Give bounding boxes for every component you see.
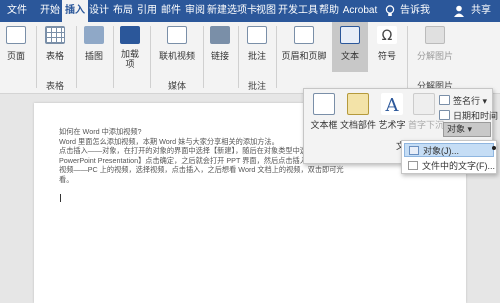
table-icon [45, 26, 65, 44]
symbols-button[interactable]: Ω 符号 [371, 22, 403, 72]
illustrations-button[interactable]: 插图 [78, 22, 110, 72]
signature-line-button[interactable]: 签名行 ▾ [439, 94, 487, 108]
tab-insert[interactable]: 插入 [62, 0, 88, 22]
comment-icon [247, 26, 267, 44]
text-from-file-menu-item[interactable]: 文件中的文字(F)... [404, 159, 495, 173]
addins-label: 加载 项 [120, 49, 139, 69]
online-video-label: 联机视频 [158, 51, 195, 61]
illustrations-icon [84, 26, 104, 44]
table-label: 表格 [45, 51, 64, 61]
ribbon-tab-bar: 文件 开始 插入 设计 布局 引用 邮件 审阅 新建选项卡 视图 开发工具 帮助… [0, 0, 500, 22]
tab-home[interactable]: 开始 [37, 0, 63, 22]
object-button[interactable]: 对象 ▾ [443, 122, 491, 137]
video-icon [167, 26, 187, 44]
pages-button[interactable]: 页面 [2, 22, 30, 72]
tab-acrobat[interactable]: Acrobat [341, 0, 379, 22]
textbox-button[interactable]: 文本框 [308, 93, 340, 131]
page-icon [6, 26, 26, 44]
header-footer-icon [294, 26, 314, 44]
tab-mailings[interactable]: 邮件 [159, 0, 183, 22]
comment-label: 批注 [247, 51, 266, 61]
date-time-label: 日期和时间 [453, 111, 499, 121]
object-item-label: 对象(J)... [423, 146, 459, 156]
quickparts-label: 文档部件 [340, 120, 377, 130]
tab-developer[interactable]: 开发工具 [278, 0, 318, 22]
signature-icon [439, 95, 450, 105]
text-label: 文本 [340, 51, 359, 61]
group-label-comments: 批注 [247, 81, 266, 91]
calendar-icon [439, 110, 450, 120]
omega-icon: Ω [377, 26, 397, 44]
date-time-button[interactable]: 日期和时间 [439, 109, 498, 123]
text-a-icon [340, 26, 360, 44]
text-button[interactable]: 文本 [332, 22, 368, 72]
ribbon: 页面 表格 表格 插图 加载 项 联机视频 媒体 链接 批注 批注 页眉和页脚 … [0, 22, 500, 94]
tab-design[interactable]: 设计 [87, 0, 111, 22]
addins-button[interactable]: 加载 项 [114, 22, 146, 72]
tell-me-box[interactable]: 告诉我 [398, 0, 432, 22]
pages-label: 页面 [6, 51, 25, 61]
wordart-icon: A [381, 93, 403, 116]
divider [238, 26, 239, 88]
share-button[interactable]: 共享 [465, 0, 497, 22]
lightbulb-icon [383, 4, 397, 18]
dropcap-icon [413, 93, 435, 115]
table-button[interactable]: 表格 [38, 22, 72, 72]
svg-text:A: A [385, 95, 400, 115]
comment-button[interactable]: 批注 [240, 22, 274, 72]
quickparts-icon [347, 93, 369, 115]
textbox-label: 文本框 [310, 120, 338, 130]
links-button[interactable]: 链接 [205, 22, 235, 72]
illustrations-label: 插图 [84, 51, 103, 61]
tab-new[interactable]: 新建选项卡 [207, 0, 257, 22]
divider [76, 26, 77, 88]
tab-view[interactable]: 视图 [254, 0, 278, 22]
wordart-label: 艺术字 [378, 120, 406, 130]
split-image-icon [425, 26, 445, 44]
addins-icon [120, 26, 140, 44]
wordart-button[interactable]: A 艺术字 [376, 93, 408, 131]
divider [203, 26, 204, 88]
split-images-button[interactable]: 分解图片 [410, 22, 460, 72]
text-cursor [60, 194, 61, 202]
divider [36, 26, 37, 88]
tab-review[interactable]: 审阅 [183, 0, 207, 22]
group-label-table: 表格 [45, 81, 64, 91]
share-person-icon [452, 4, 466, 18]
text-from-file-label: 文件中的文字(F)... [422, 161, 495, 171]
object-menu-item[interactable]: 对象(J)... [404, 143, 494, 157]
symbols-label: 符号 [377, 51, 396, 61]
text-file-icon [408, 161, 418, 170]
signature-line-label: 签名行 [453, 96, 481, 106]
object-item-icon [409, 146, 419, 155]
online-video-button[interactable]: 联机视频 [152, 22, 202, 72]
tab-references[interactable]: 引用 [135, 0, 159, 22]
bullet-mark [492, 146, 496, 150]
textbox-icon [313, 93, 335, 115]
svg-text:Ω: Ω [382, 28, 393, 44]
links-label: 链接 [210, 51, 229, 61]
quickparts-button[interactable]: 文档部件 [340, 93, 376, 131]
group-label-media: 媒体 [167, 81, 186, 91]
header-footer-button[interactable]: 页眉和页脚 [279, 22, 329, 72]
dropcap-button[interactable]: 首字下沉 [408, 93, 444, 131]
object-submenu: 对象(J)... 文件中的文字(F)... [401, 140, 497, 174]
divider [276, 26, 277, 88]
divider [407, 26, 408, 88]
tab-file[interactable]: 文件 [4, 0, 30, 22]
link-icon [210, 26, 230, 44]
header-footer-label: 页眉和页脚 [281, 51, 327, 61]
tab-help[interactable]: 帮助 [317, 0, 341, 22]
split-images-label: 分解图片 [416, 51, 453, 61]
tab-layout[interactable]: 布局 [111, 0, 135, 22]
object-label: 对象 [447, 124, 466, 134]
divider [150, 26, 151, 88]
